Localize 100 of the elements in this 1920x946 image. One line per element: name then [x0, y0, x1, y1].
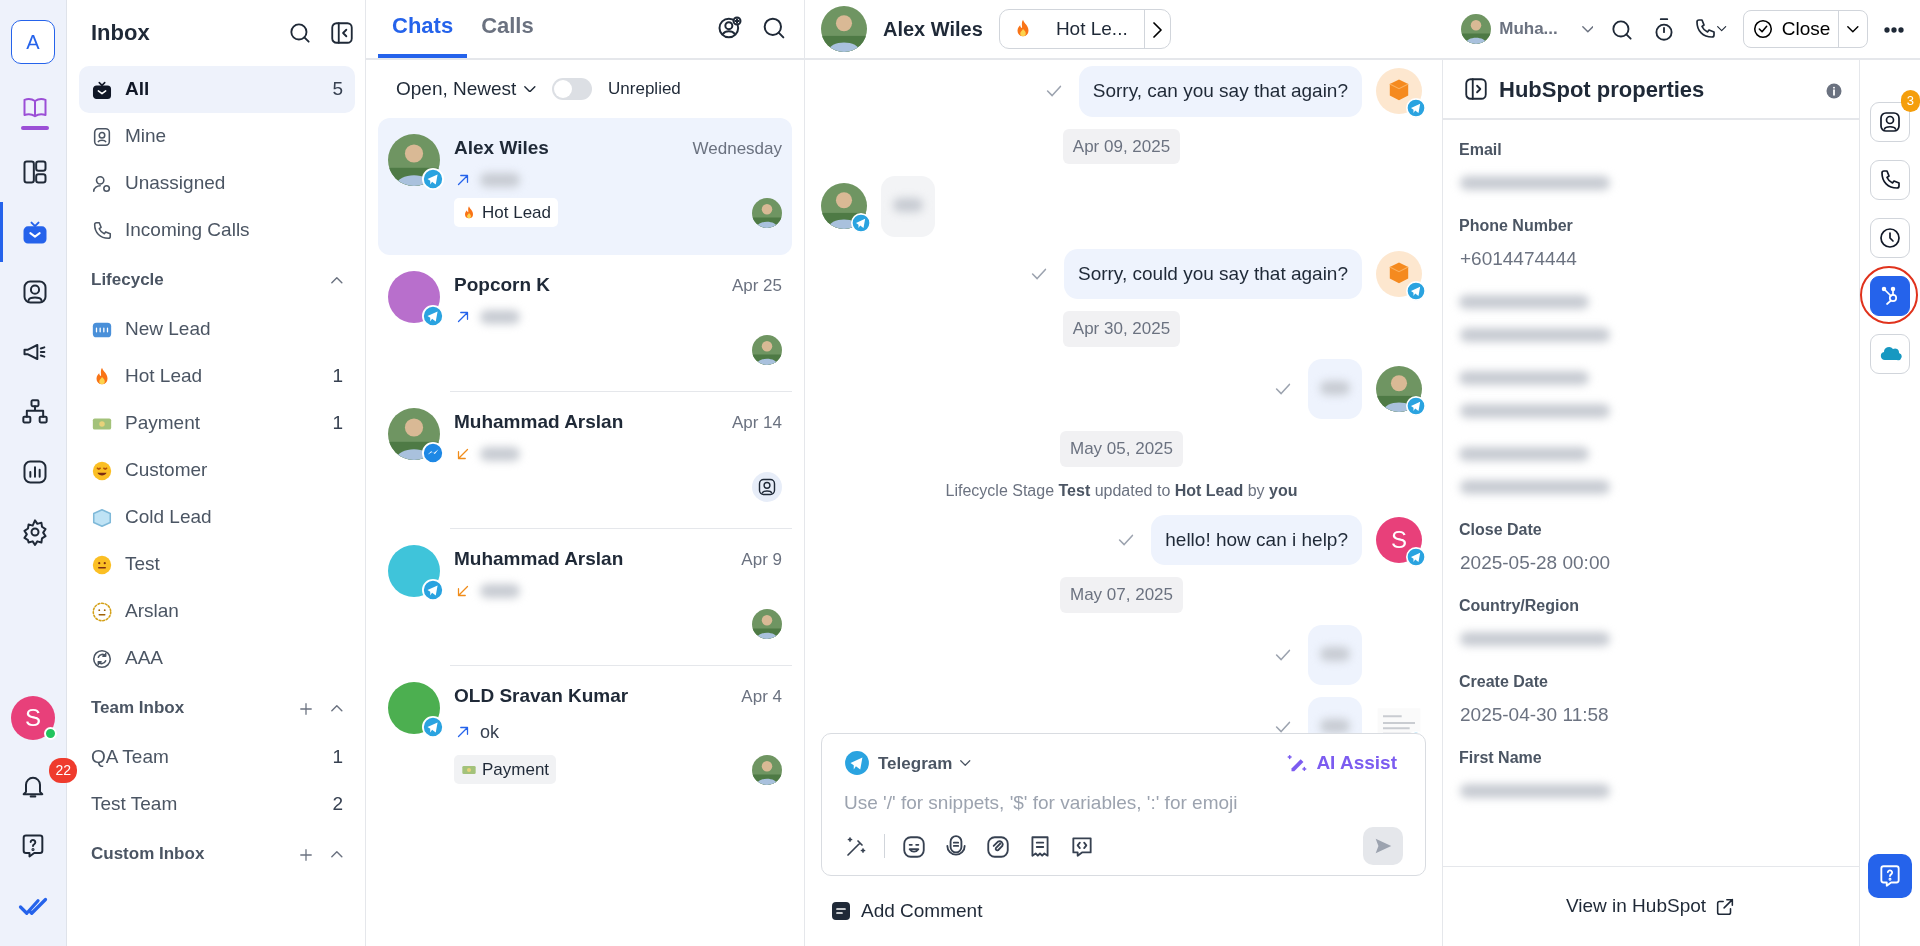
sender-avatar: S	[1376, 516, 1422, 563]
chat-item[interactable]: OLD Sravan Kumar Apr 4 ok Payment	[378, 666, 792, 803]
add-comment-button[interactable]: Add Comment	[829, 896, 983, 926]
assignee-name: Muha...	[1499, 18, 1558, 41]
user-avatar[interactable]: S	[11, 695, 55, 740]
panel-title: HubSpot properties	[1499, 75, 1705, 104]
phone-icon	[91, 219, 113, 242]
sort-dropdown[interactable]: Open, Newest	[396, 74, 537, 104]
message-bubble: Sorry, can you say that again?	[1078, 66, 1362, 117]
activity-note: Lifecycle Stage Test updated to Hot Lead by you	[945, 480, 1298, 501]
field-label: Create Date	[1459, 672, 1548, 692]
item-count: 1	[332, 411, 343, 436]
inbox-item[interactable]: Mine	[79, 113, 355, 160]
toggle-label: Unreplied	[608, 78, 681, 101]
item-count: 1	[332, 745, 343, 770]
chat-item[interactable]: Muhammad Arslan Apr 14	[378, 392, 792, 529]
assignee-avatar	[752, 608, 782, 639]
item-count: 1	[332, 364, 343, 389]
chevron-down-icon	[960, 760, 971, 767]
field-value: 2025-05-28 00:00	[1460, 550, 1610, 575]
field-label: Phone Number	[1459, 216, 1573, 236]
message-preview: ok	[480, 720, 499, 744]
field-label: Country/Region	[1459, 596, 1579, 616]
lifecycle-stage: Hot Le...	[1055, 16, 1128, 41]
chat-item[interactable]: Muhammad Arslan Apr 9	[378, 529, 792, 666]
chevron-down-icon	[1581, 26, 1594, 34]
telegram-icon	[1406, 546, 1426, 567]
item-count: 5	[332, 77, 343, 102]
chevron-down-icon	[524, 85, 537, 93]
inbox-item[interactable]: Cold Lead	[79, 494, 355, 541]
ai-assist-button[interactable]: AI Assist	[1280, 748, 1403, 779]
avatar	[388, 545, 440, 597]
item-count: 2	[332, 792, 343, 817]
tab[interactable]: Calls	[467, 0, 548, 58]
neutral-face-emoji-icon	[91, 553, 113, 576]
chevron-down-icon	[1847, 26, 1859, 34]
chevron-right-icon	[1152, 21, 1162, 38]
avatar	[388, 134, 440, 186]
chat-item[interactable]: Alex Wiles Wednesday Hot Lead	[378, 118, 792, 255]
info-icon	[1825, 81, 1843, 100]
dotted-face-emoji-icon	[91, 600, 113, 623]
chat-time: Apr 25	[731, 274, 782, 297]
inbox-item[interactable]: QA Team 1	[79, 734, 355, 781]
chat-time: Apr 4	[741, 685, 782, 708]
lifecycle-tag: Hot Lead	[454, 197, 558, 228]
field-value: 2025-04-30 11:58	[1460, 702, 1609, 727]
inbox-item[interactable]: Customer	[79, 447, 355, 494]
magic-wand-icon	[844, 834, 868, 859]
sender-avatar	[1376, 365, 1422, 412]
message-bubble: Sorry, could you say that again?	[1063, 248, 1362, 299]
inbox-item[interactable]: Payment 1	[79, 400, 355, 447]
call-button[interactable]	[1693, 17, 1727, 41]
assignee-selector[interactable]: Muha...	[1461, 14, 1594, 44]
lifecycle-selector[interactable]: Hot Le...	[998, 9, 1171, 49]
chevron-icon	[331, 851, 343, 859]
inbox-item[interactable]: All 5	[79, 66, 355, 113]
contact-avatar	[821, 6, 867, 52]
chat-time: Apr 9	[741, 548, 782, 571]
inbox-item[interactable]: Incoming Calls	[79, 207, 355, 254]
chat-time: Apr 14	[731, 411, 782, 434]
channel-selector[interactable]: Telegram	[844, 750, 971, 777]
contact-name: OLD Sravan Kumar	[454, 684, 629, 708]
view-in-hubspot-link[interactable]: View in HubSpot	[1565, 892, 1737, 921]
hierarchy-icon	[20, 398, 49, 426]
notification-count: 22	[49, 757, 77, 783]
workspace-button[interactable]: A	[11, 20, 55, 64]
inbox-item[interactable]: Unassigned	[79, 160, 355, 207]
phone-icon	[1693, 17, 1718, 41]
question-bubble-icon	[1877, 863, 1903, 889]
section-title: Team Inbox	[91, 697, 185, 720]
contact-name: Muhammad Arslan	[454, 410, 624, 434]
inbox-item[interactable]: Hot Lead 1	[79, 353, 355, 400]
inbox-item[interactable]: Arslan	[79, 588, 355, 635]
inbox-item[interactable]: Test Team 2	[79, 781, 355, 828]
chat-item[interactable]: Popcorn K Apr 25	[378, 255, 792, 392]
section-title: Custom Inbox	[91, 843, 205, 866]
contact-name: Alex Wiles	[883, 17, 983, 42]
help-chat-button[interactable]	[1868, 854, 1912, 898]
message-composer[interactable]: Telegram AI Assist Use '/' for snippets, '$' for variables, ':' for emoji	[821, 733, 1426, 876]
telegram-icon	[422, 579, 444, 601]
toggle-switch[interactable]	[552, 78, 593, 100]
paperclip-icon	[985, 833, 1011, 860]
telegram-icon	[1406, 98, 1426, 119]
inbox-item[interactable]: New Lead	[79, 306, 355, 353]
avatar	[388, 408, 440, 460]
telegram-icon	[422, 305, 444, 327]
telegram-icon	[1406, 395, 1426, 416]
progress-bar	[20, 126, 49, 130]
field-value: +6014474444	[1460, 246, 1577, 271]
assignee-avatar	[752, 197, 782, 228]
inbox-item[interactable]: Test	[79, 541, 355, 588]
panel-title: Inbox	[91, 18, 150, 47]
avatar	[388, 682, 440, 734]
refresh-icon	[91, 647, 113, 670]
assignee-avatar	[752, 754, 782, 785]
clock-icon	[1878, 226, 1902, 250]
inbox-item[interactable]: AAA	[79, 635, 355, 682]
tab[interactable]: Chats	[378, 0, 468, 58]
lifecycle-tag: Payment	[454, 754, 557, 785]
avatar	[388, 271, 440, 323]
